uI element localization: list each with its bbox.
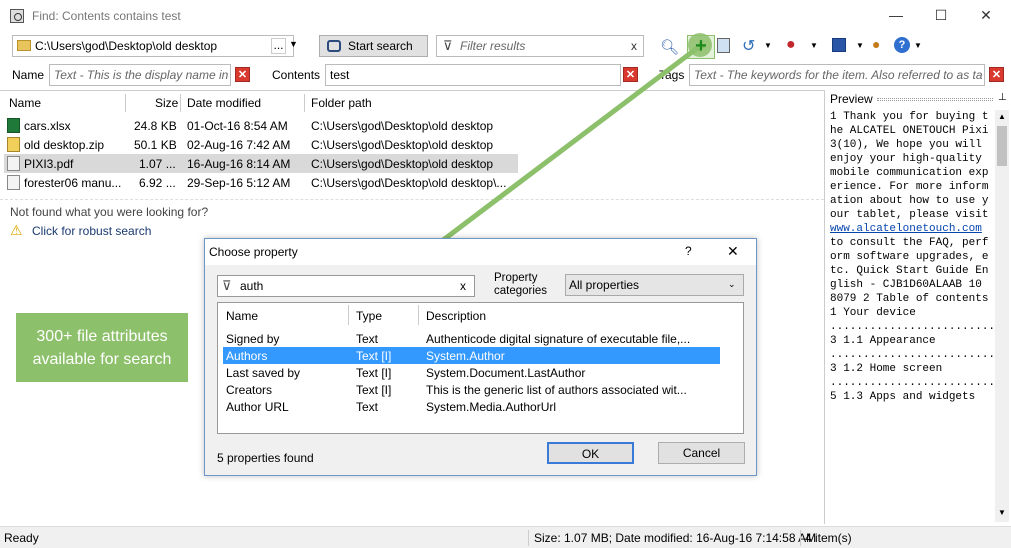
divider: [800, 530, 801, 546]
property-name: Authors: [226, 349, 268, 363]
chevron-down-icon[interactable]: ⌄: [728, 279, 736, 290]
preview-body: to consult the FAQ, perform software upg…: [830, 237, 994, 403]
property-type: Text: [356, 400, 379, 414]
properties-count: 5 properties found: [217, 451, 314, 465]
clear-search-icon[interactable]: x: [460, 279, 466, 293]
categories-label: Property categories: [494, 272, 548, 297]
property-type: Text [I]: [356, 383, 392, 397]
property-type: Text [I]: [356, 349, 392, 363]
property-search-value: auth: [240, 279, 264, 293]
dialog-title-bar: Choose property ? ✕: [205, 239, 756, 265]
column-header-type[interactable]: Type: [356, 309, 382, 323]
property-name: Last saved by: [226, 366, 301, 380]
column-header-name[interactable]: Name: [226, 309, 258, 323]
property-name: Creators: [226, 383, 273, 397]
ok-button[interactable]: OK: [547, 442, 634, 464]
property-description: System.Media.AuthorUrl: [426, 400, 557, 414]
property-type: Text: [356, 332, 379, 346]
preview-grip: [877, 98, 993, 101]
scroll-down-icon[interactable]: ▼: [998, 508, 1006, 517]
scroll-up-icon[interactable]: ▲: [998, 112, 1006, 121]
cancel-button[interactable]: Cancel: [658, 442, 745, 464]
preview-link[interactable]: www.alcatelonetouch.com: [830, 223, 982, 235]
status-count: 4 item(s): [805, 531, 852, 545]
list-item[interactable]: Author URL Text System.Media.AuthorUrl: [223, 398, 720, 415]
column-header-description[interactable]: Description: [426, 309, 486, 323]
preview-title: Preview: [830, 92, 873, 106]
choose-property-dialog: Choose property ? ✕ ⊽ auth x Property ca…: [204, 238, 757, 476]
status-bar: Ready Size: 1.07 MB; Date modified: 16-A…: [0, 526, 1011, 548]
property-list[interactable]: Name Type Description Signed by Text Aut…: [217, 302, 744, 434]
plus-icon[interactable]: +: [690, 35, 712, 57]
column-divider[interactable]: [418, 305, 419, 325]
preview-body: 1 Thank you for buying the ALCATEL ONETO…: [830, 111, 989, 221]
property-name: Author URL: [226, 400, 289, 414]
list-item[interactable]: Creators Text [I] This is the generic li…: [223, 381, 720, 398]
property-name: Signed by: [226, 332, 280, 346]
list-item[interactable]: Last saved by Text [I] System.Document.L…: [223, 364, 720, 381]
list-item-selected[interactable]: Authors Text [I] System.Author: [223, 347, 720, 364]
property-description: System.Document.LastAuthor: [426, 366, 586, 380]
preview-text: 1 Thank you for buying the ALCATEL ONETO…: [830, 110, 994, 522]
status-details: Size: 1.07 MB; Date modified: 16-Aug-16 …: [534, 531, 817, 545]
preview-scrollbar[interactable]: ▲ ▼: [995, 110, 1009, 522]
filter-icon: ⊽: [222, 278, 232, 293]
dialog-close-button[interactable]: ✕: [727, 243, 739, 260]
property-description: This is the generic list of authors asso…: [426, 383, 687, 397]
status-text: Ready: [4, 531, 39, 545]
property-search-input[interactable]: ⊽ auth x: [217, 275, 475, 297]
dialog-help-button[interactable]: ?: [685, 244, 692, 258]
column-divider[interactable]: [348, 305, 349, 325]
list-item[interactable]: Signed by Text Authenticode digital sign…: [223, 330, 720, 347]
categories-select[interactable]: All properties ⌄: [565, 274, 744, 296]
dialog-title: Choose property: [209, 245, 298, 259]
divider: [528, 530, 529, 546]
scrollbar-thumb[interactable]: [997, 126, 1007, 166]
property-description: Authenticode digital signature of execut…: [426, 332, 691, 346]
property-description: System.Author: [426, 349, 505, 363]
pin-icon[interactable]: ⊥: [998, 92, 1007, 103]
property-type: Text [I]: [356, 366, 392, 380]
categories-value: All properties: [569, 278, 640, 292]
